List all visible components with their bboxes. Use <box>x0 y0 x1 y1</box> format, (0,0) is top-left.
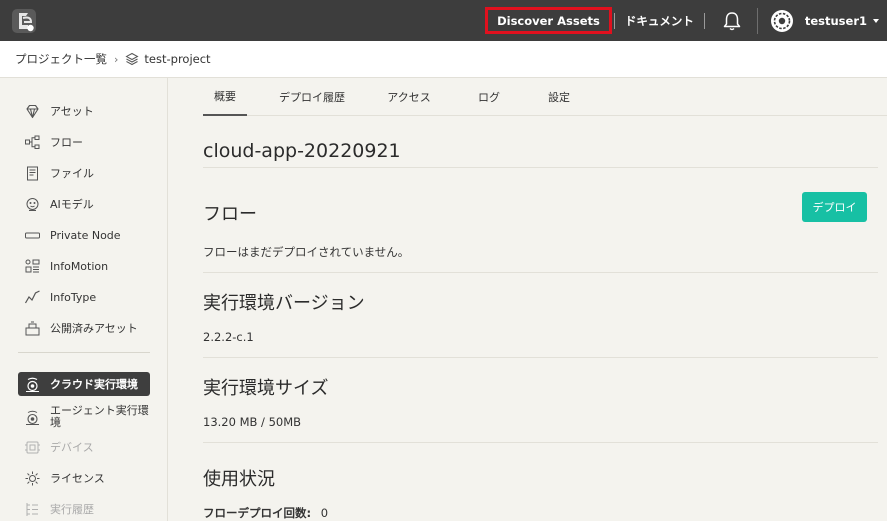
breadcrumb-separator: › <box>114 52 119 66</box>
sidebar-item-label: 実行履歴 <box>50 503 94 516</box>
top-navigation-bar: Discover Assets ドキュメント testuser1 <box>0 0 887 41</box>
nav-separator <box>703 12 705 29</box>
sidebar-item-infotype[interactable]: InfoType <box>18 285 150 309</box>
deploy-count-label: フローデプロイ回数: <box>203 506 312 520</box>
usage-heading: 使用状況 <box>203 469 275 490</box>
sidebar-item-label: デバイス <box>50 441 94 454</box>
top-nav-right: Discover Assets ドキュメント testuser1 <box>485 0 887 41</box>
sidebar-item-assets[interactable]: アセット <box>18 99 150 123</box>
sidebar-item-label: アセット <box>50 105 94 118</box>
infomotion-icon <box>25 259 40 272</box>
diamond-icon <box>26 104 39 118</box>
nav-separator <box>756 7 758 34</box>
username-menu[interactable]: testuser1 <box>805 14 867 28</box>
sidebar-item-label: ファイル <box>50 167 94 180</box>
device-icon <box>25 441 40 453</box>
tab-logs[interactable]: ログ <box>473 78 505 116</box>
flow-status-text: フローはまだデプロイされていません。 <box>203 245 410 259</box>
sidebar-item-label: AIモデル <box>50 198 94 211</box>
sidebar-divider <box>18 352 150 353</box>
sidebar: アセット フロー ファイル AIモデル Private Node InfoMot… <box>0 78 168 521</box>
runtime-version-value: 2.2.2-c.1 <box>203 330 254 344</box>
published-asset-icon <box>25 321 40 335</box>
sidebar-item-agent-runtime[interactable]: エージェント実行環境 <box>18 402 150 432</box>
deploy-count-row: フローデプロイ回数: 0 <box>203 505 328 521</box>
infotype-icon <box>24 289 40 303</box>
cloud-runtime-icon <box>26 377 39 392</box>
sidebar-item-published-assets[interactable]: 公開済みアセット <box>18 316 150 340</box>
ai-model-icon <box>26 197 39 211</box>
sidebar-item-label: InfoType <box>50 290 97 304</box>
tab-overview[interactable]: 概要 <box>203 78 247 116</box>
sidebar-item-label: Private Node <box>50 228 121 242</box>
sidebar-item-label: InfoMotion <box>50 259 109 273</box>
chevron-down-icon[interactable] <box>873 18 879 23</box>
flow-icon <box>25 135 40 149</box>
deploy-count-value: 0 <box>320 506 329 520</box>
sidebar-item-label: エージェント実行環境 <box>50 404 149 429</box>
documents-link[interactable]: ドキュメント <box>615 13 704 29</box>
runtime-version-heading: 実行環境バージョン <box>203 293 365 314</box>
private-node-icon <box>25 232 40 238</box>
section-divider <box>203 167 878 168</box>
main-content: 概要 デプロイ履歴 アクセス ログ 設定 cloud-app-20220921 … <box>169 78 887 521</box>
sidebar-item-infomotion[interactable]: InfoMotion <box>18 254 150 278</box>
sidebar-item-flow[interactable]: フロー <box>18 130 150 154</box>
user-avatar-icon[interactable] <box>770 9 794 33</box>
breadcrumb-project[interactable]: test-project <box>144 52 210 66</box>
file-icon <box>27 166 38 180</box>
sidebar-item-label: 公開済みアセット <box>50 322 138 335</box>
sidebar-item-label: ライセンス <box>50 472 105 485</box>
sidebar-item-files[interactable]: ファイル <box>18 161 150 185</box>
sidebar-item-label: クラウド実行環境 <box>50 378 138 391</box>
tab-settings[interactable]: 設定 <box>542 78 576 116</box>
tab-deploy-history[interactable]: デプロイ履歴 <box>277 78 347 116</box>
breadcrumb: プロジェクト一覧 › test-project <box>0 41 887 78</box>
layers-icon <box>125 52 139 66</box>
app-logo-icon[interactable] <box>11 8 37 34</box>
sidebar-item-cloud-runtime[interactable]: クラウド実行環境 <box>18 372 150 396</box>
sidebar-item-history: 実行履歴 <box>18 497 150 521</box>
flow-heading: フロー <box>203 204 257 225</box>
agent-runtime-icon <box>26 410 39 425</box>
history-icon <box>26 502 38 516</box>
deploy-button[interactable]: デプロイ <box>802 192 867 222</box>
sidebar-item-devices: デバイス <box>18 435 150 459</box>
tab-access[interactable]: アクセス <box>383 78 435 116</box>
section-divider <box>203 442 878 443</box>
sidebar-item-label: フロー <box>50 136 83 149</box>
discover-assets-link[interactable]: Discover Assets <box>485 7 612 34</box>
runtime-size-value: 13.20 MB / 50MB <box>203 415 302 429</box>
breadcrumb-project-list[interactable]: プロジェクト一覧 <box>15 51 107 67</box>
runtime-size-heading: 実行環境サイズ <box>203 378 329 399</box>
sidebar-item-private-node[interactable]: Private Node <box>18 223 150 247</box>
section-divider <box>203 272 878 273</box>
bell-icon[interactable] <box>721 10 743 32</box>
sidebar-item-license[interactable]: ライセンス <box>18 466 150 490</box>
license-icon <box>25 471 40 485</box>
section-divider <box>203 357 878 358</box>
tab-bar: 概要 デプロイ履歴 アクセス ログ 設定 <box>203 78 887 116</box>
page-title: cloud-app-20220921 <box>203 140 401 162</box>
sidebar-item-ai-model[interactable]: AIモデル <box>18 192 150 216</box>
